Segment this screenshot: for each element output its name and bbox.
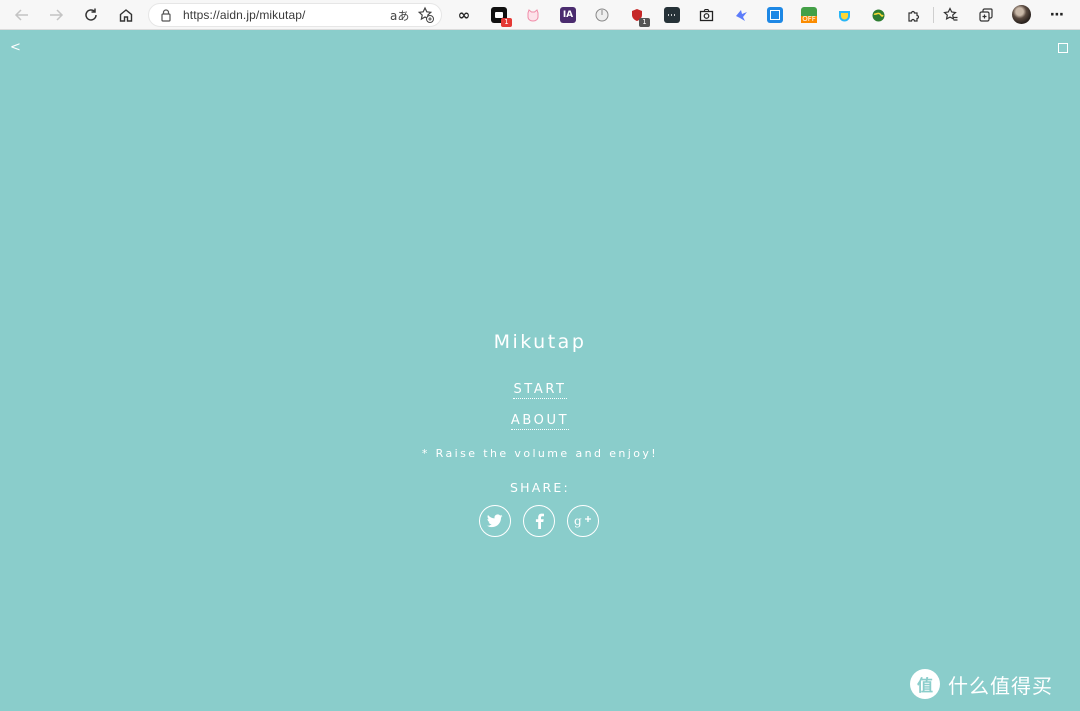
- more-menu-icon[interactable]: ⋯: [1049, 7, 1065, 23]
- bird-extension-icon[interactable]: [733, 7, 749, 23]
- todo-extension-icon[interactable]: 1: [491, 7, 512, 27]
- address-bar[interactable]: https://aidn.jp/mikutap/ aあ: [148, 3, 442, 27]
- page-title: Mikutap: [493, 331, 587, 353]
- about-row: ABOUT: [0, 409, 1080, 430]
- collections-icon[interactable]: [978, 7, 994, 23]
- back-arrow-icon[interactable]: [11, 5, 33, 25]
- share-label: SHARE:: [510, 480, 570, 495]
- svg-text:g: g: [574, 514, 582, 528]
- honey-extension-icon[interactable]: [836, 7, 852, 23]
- url-text[interactable]: https://aidn.jp/mikutap/: [183, 8, 305, 22]
- start-link[interactable]: START: [513, 382, 567, 399]
- profile-avatar[interactable]: [1012, 5, 1031, 24]
- shield-extension-icon[interactable]: 1: [629, 7, 650, 27]
- mouse-extension-icon[interactable]: [594, 7, 610, 23]
- start-row: START: [0, 378, 1080, 399]
- add-favorite-icon[interactable]: [417, 6, 435, 24]
- puzzle-extensions-icon[interactable]: [905, 7, 921, 23]
- ia-extension-icon[interactable]: IA: [560, 7, 576, 23]
- forward-arrow-icon[interactable]: [45, 5, 67, 25]
- reload-icon[interactable]: [80, 5, 102, 25]
- fullscreen-icon[interactable]: [1058, 43, 1068, 53]
- home-icon[interactable]: [115, 5, 137, 25]
- twitter-icon[interactable]: [479, 505, 511, 537]
- share-buttons: g: [479, 505, 603, 538]
- watermark-text: 什么值得买: [948, 673, 1053, 698]
- off-extension-icon[interactable]: OFF: [801, 7, 817, 23]
- infinity-icon[interactable]: ∞: [456, 7, 472, 23]
- browser-toolbar: https://aidn.jp/mikutap/ aあ ∞ 1 IA 1 OFF: [0, 0, 1080, 30]
- screenshot-extension-icon[interactable]: [698, 7, 714, 23]
- toolbar-divider: [933, 7, 934, 23]
- volume-note: * Raise the volume and enjoy!: [421, 447, 659, 460]
- extension-badge: 1: [639, 18, 650, 27]
- terminal-extension-icon[interactable]: [664, 7, 680, 23]
- page-back-button[interactable]: <: [10, 40, 21, 55]
- favorites-icon[interactable]: [943, 7, 959, 23]
- read-aloud-icon[interactable]: aあ: [390, 7, 409, 24]
- watermark: 值 什么值得买: [910, 668, 1053, 700]
- watermark-logo: 值: [910, 669, 940, 699]
- globe-extension-icon[interactable]: [870, 7, 886, 23]
- lock-icon[interactable]: [159, 8, 173, 22]
- cat-extension-icon[interactable]: [525, 7, 541, 23]
- extension-badge: 1: [501, 18, 512, 27]
- google-plus-icon[interactable]: g: [567, 505, 599, 537]
- about-link[interactable]: ABOUT: [510, 413, 570, 430]
- facebook-icon[interactable]: [523, 505, 555, 537]
- translate-extension-icon[interactable]: [767, 7, 783, 23]
